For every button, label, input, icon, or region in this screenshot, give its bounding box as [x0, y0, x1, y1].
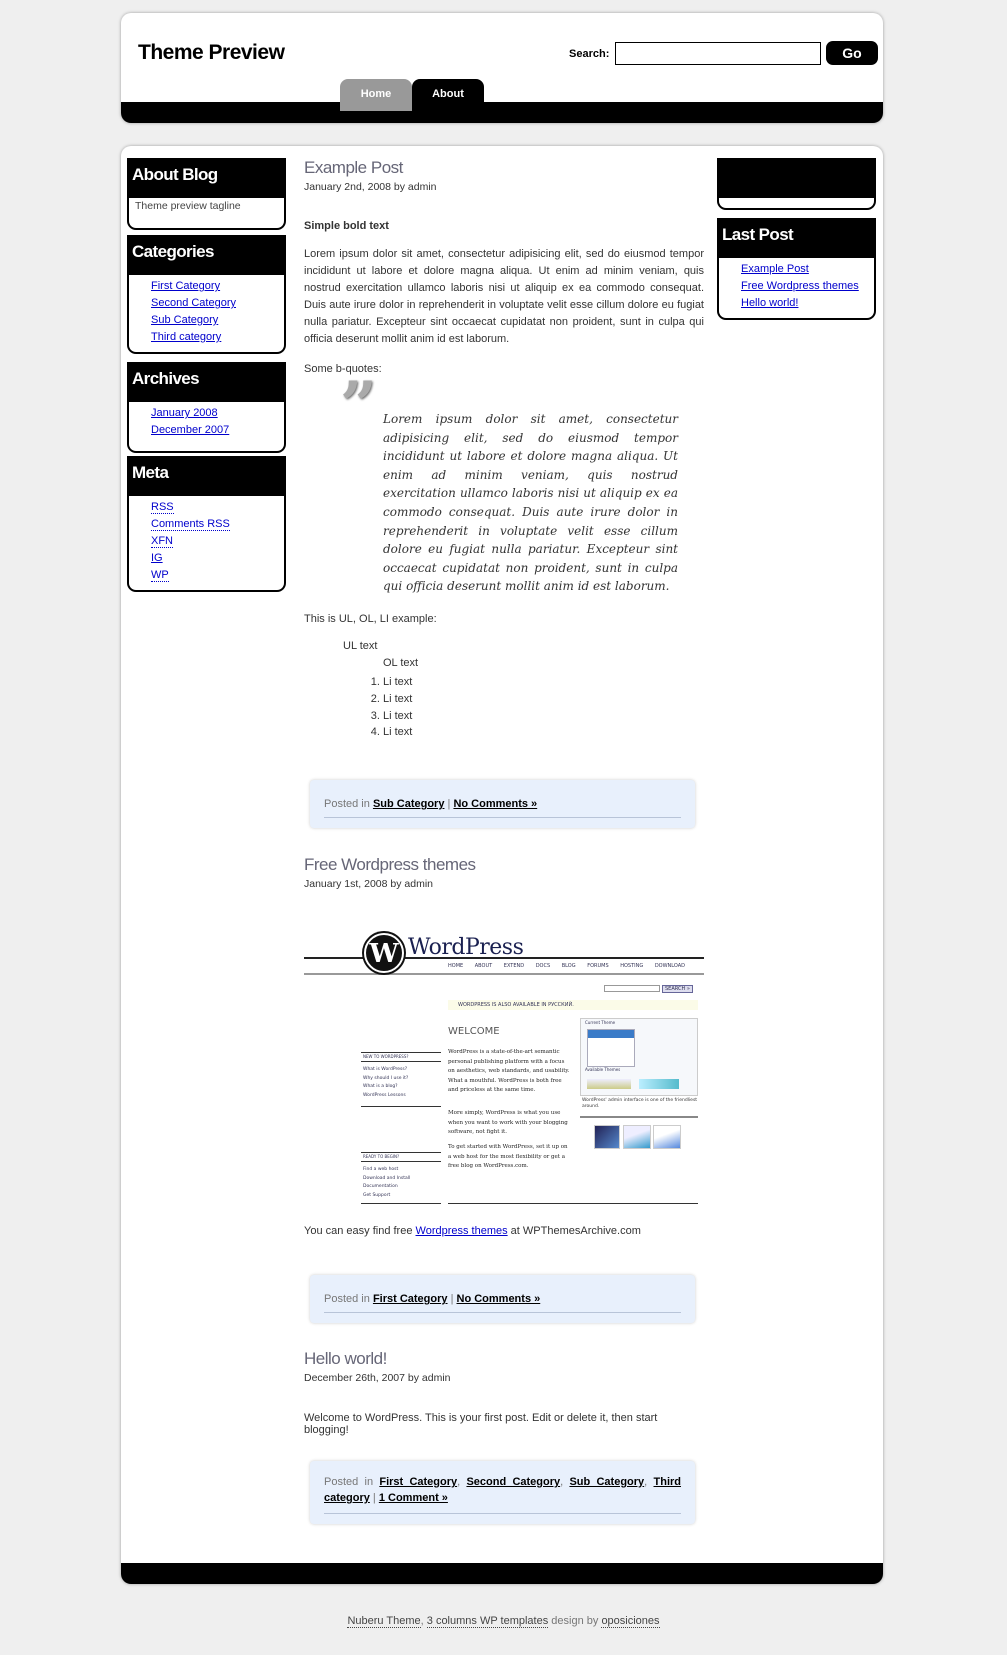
category-link[interactable]: Sub Category	[151, 314, 218, 326]
post-title[interactable]: Hello world!	[304, 1349, 704, 1369]
post-date: December 26th, 2007 by admin	[304, 1372, 451, 1384]
category-link[interactable]: First Category	[373, 1293, 448, 1305]
tab-home[interactable]: Home	[340, 79, 412, 111]
last-post-link[interactable]: Hello world!	[741, 297, 798, 309]
list-item: Li text	[383, 708, 412, 725]
meta-link-xfn[interactable]: XFN	[151, 535, 173, 548]
tab-about[interactable]: About	[412, 79, 484, 114]
post-meta: Posted in First Category | No Comments »	[310, 1275, 695, 1323]
divider	[324, 817, 681, 818]
post-title[interactable]: Example Post	[304, 158, 704, 178]
widget-categories: Categories First Category Second Categor…	[127, 235, 286, 354]
post-date: January 1st, 2008 by admin	[304, 878, 433, 890]
tagline: Theme preview tagline	[135, 200, 241, 212]
list-item: Li text	[383, 724, 412, 741]
post-hello-world: Hello world! December 26th, 2007 by admi…	[304, 1349, 704, 1524]
category-link[interactable]: First Category	[379, 1476, 457, 1488]
category-link[interactable]: Sub Category	[373, 798, 445, 810]
templates-link[interactable]: 3 columns WP templates	[426, 1615, 549, 1628]
separator: |	[372, 1492, 376, 1504]
wordpress-themes-link[interactable]: Wordpress themes	[416, 1225, 508, 1237]
widget-empty	[717, 158, 876, 210]
separator: |	[447, 798, 451, 810]
post-meta: Posted in First Category, Second Categor…	[310, 1461, 695, 1524]
post-free-themes: Free Wordpress themes January 1st, 2008 …	[304, 855, 704, 1323]
post-meta: Posted in Sub Category | No Comments »	[310, 780, 695, 828]
bold-text: Simple bold text	[304, 220, 389, 232]
post-text: You can easy find free Wordpress themes …	[304, 1225, 641, 1237]
wordpress-screenshot-image: W WordPress HOME ABOUT EXTEND DOCS BLOG …	[304, 923, 704, 1208]
widget-title: Categories	[129, 235, 284, 275]
list-item: Li text	[383, 691, 412, 708]
meta-link-wp[interactable]: WP	[151, 569, 169, 582]
meta-link-comments-rss[interactable]: Comments RSS	[151, 518, 230, 531]
post-text: Welcome to WordPress. This is your first…	[304, 1412, 658, 1436]
category-link[interactable]: Second Category	[466, 1476, 560, 1488]
header: Theme Preview Search: Go Home About	[121, 13, 883, 123]
widget-meta: Meta RSS Comments RSS XFN IG WP	[127, 456, 286, 592]
category-link[interactable]: Third category	[151, 331, 221, 343]
widget-about-blog: About Blog Theme preview tagline	[127, 158, 286, 230]
header-bar	[121, 102, 883, 123]
footer: Nuberu Theme, 3 columns WP templates des…	[347, 1615, 660, 1628]
search-input[interactable]	[615, 42, 821, 65]
post-title[interactable]: Free Wordpress themes	[304, 855, 704, 875]
widget-header	[719, 158, 874, 198]
post-date: January 2nd, 2008 by admin	[304, 181, 437, 193]
last-post-link[interactable]: Free Wordpress themes	[741, 280, 859, 292]
go-button[interactable]: Go	[826, 41, 878, 65]
wp-nav: HOME ABOUT EXTEND DOCS BLOG FORUMS HOSTI…	[448, 963, 686, 969]
category-link[interactable]: First Category	[151, 280, 220, 292]
widget-title: About Blog	[129, 158, 284, 198]
last-post-link[interactable]: Example Post	[741, 263, 809, 275]
posted-in-label: Posted in	[324, 1476, 374, 1488]
footer-bar	[121, 1563, 883, 1584]
comments-link[interactable]: No Comments »	[453, 798, 537, 810]
wordpress-logo-icon: W	[364, 933, 404, 973]
list-item: Li text	[383, 674, 412, 691]
comments-link[interactable]: No Comments »	[457, 1293, 541, 1305]
post-paragraph: Lorem ipsum dolor sit amet, consectetur …	[304, 248, 704, 345]
widget-last-post: Last Post Example Post Free Wordpress th…	[717, 218, 876, 320]
ul-text: UL text	[343, 640, 378, 652]
site-title[interactable]: Theme Preview	[138, 41, 285, 65]
blockquote: Lorem ipsum dolor sit amet, consectetur …	[383, 412, 678, 594]
separator: |	[450, 1293, 454, 1305]
archive-link[interactable]: December 2007	[151, 424, 229, 436]
widget-archives: Archives January 2008 December 2007	[127, 362, 286, 453]
posted-in-label: Posted in	[324, 1293, 370, 1305]
widget-title: Archives	[129, 362, 284, 402]
search-label: Search:	[569, 48, 610, 60]
author-link[interactable]: oposiciones	[601, 1615, 660, 1628]
list-intro: This is UL, OL, LI example:	[304, 613, 437, 625]
divider	[324, 1312, 681, 1313]
quote-icon: ”	[340, 368, 377, 443]
comments-link[interactable]: 1 Comment »	[379, 1492, 448, 1504]
posted-in-label: Posted in	[324, 798, 370, 810]
widget-title: Last Post	[719, 218, 874, 258]
ol-text: OL text	[383, 657, 419, 669]
theme-link[interactable]: Nuberu Theme	[347, 1615, 421, 1628]
archive-link[interactable]: January 2008	[151, 407, 218, 419]
meta-link-ig[interactable]: IG	[151, 552, 163, 564]
wp-logo-text: WordPress	[408, 935, 524, 960]
design-by-text: design by	[548, 1615, 602, 1627]
category-link[interactable]: Sub Category	[569, 1476, 644, 1488]
meta-link-rss[interactable]: RSS	[151, 501, 174, 514]
widget-title: Meta	[129, 456, 284, 496]
divider	[324, 1513, 681, 1514]
category-link[interactable]: Second Category	[151, 297, 236, 309]
post-example: Example Post January 2nd, 2008 by admin …	[304, 158, 704, 828]
